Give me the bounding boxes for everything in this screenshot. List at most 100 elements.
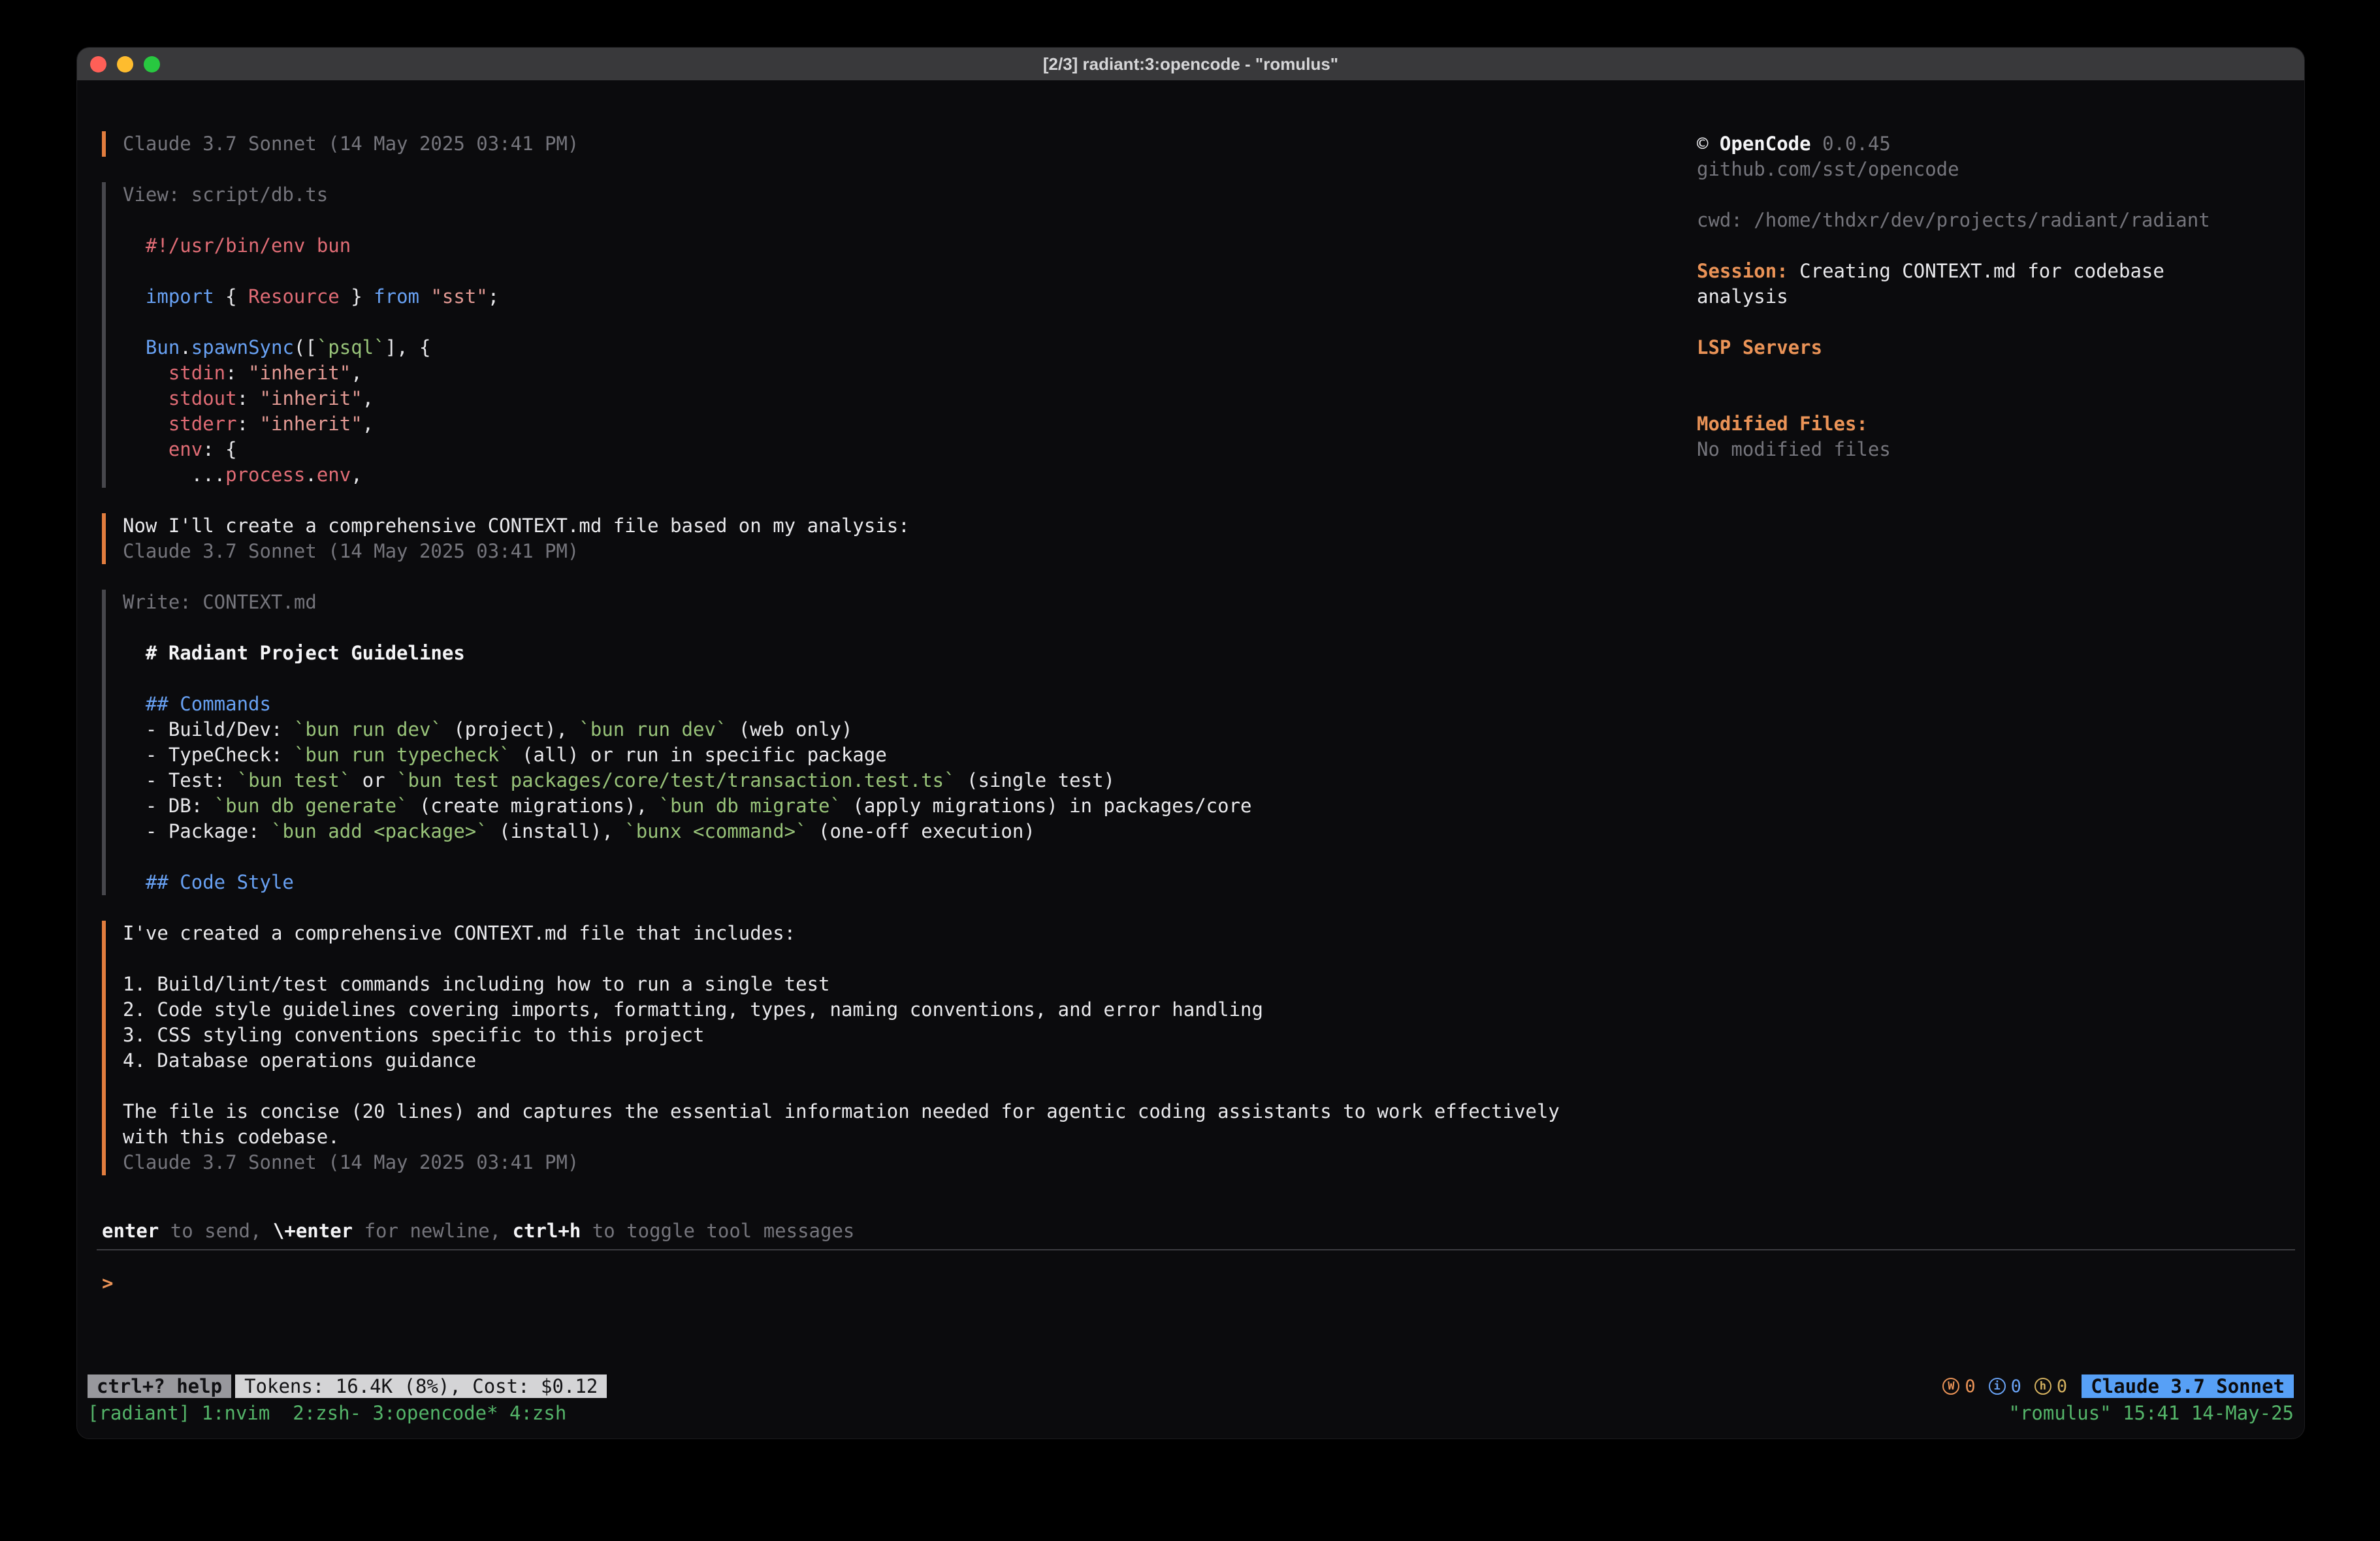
text-segment: `psql` [317, 336, 385, 358]
text-segment: from [374, 285, 419, 308]
text-segment: spawnSync [191, 336, 294, 358]
text-segment: cwd: /home/thdxr/dev/projects/radiant/ra… [1697, 209, 2210, 231]
text-segment: ctrl+h [513, 1220, 581, 1242]
text-line [123, 946, 1682, 972]
text-segment: © [1697, 133, 1720, 155]
prompt-input[interactable]: > [102, 1271, 2287, 1296]
diagnostics: W 0i0 h0 [1942, 1376, 2067, 1397]
text-line: 2. Code style guidelines covering import… [123, 997, 1682, 1023]
text-line: github.com/sst/opencode [1697, 157, 2298, 182]
text-line: The file is concise (20 lines) and captu… [123, 1099, 1682, 1124]
text-segment: `bun run dev` [579, 718, 727, 740]
text-segment: `bun db generate` [214, 795, 408, 817]
text-line [123, 310, 1682, 335]
text-segment: env [317, 464, 351, 486]
text-line [1697, 386, 2298, 411]
text-segment: (create migrations), [408, 795, 659, 817]
text-line [123, 259, 1682, 284]
text-segment: , [351, 362, 362, 384]
text-line: - TypeCheck: `bun run typecheck` (all) o… [123, 742, 1682, 768]
text-line: stdin: "inherit", [123, 360, 1682, 386]
text-segment: stderr [169, 413, 237, 435]
text-line: analysis [1697, 284, 2298, 310]
text-line: LSP Servers [1697, 335, 2298, 360]
tmux-status-bar: [radiant] 1:nvim 2:zsh- 3:opencode* 4:zs… [88, 1402, 2294, 1424]
text-line: stderr: "inherit", [123, 411, 1682, 437]
tool-write-context-md: Write: CONTEXT.md # Radiant Project Guid… [102, 590, 1682, 895]
help-shortcut-chip[interactable]: ctrl+? help [88, 1374, 231, 1398]
text-line: Bun.spawnSync([`psql`], { [123, 335, 1682, 360]
tmux-session-windows[interactable]: [radiant] 1:nvim 2:zsh- 3:opencode* 4:zs… [88, 1402, 566, 1424]
text-segment: Claude 3.7 Sonnet (14 May 2025 03:41 PM) [123, 1151, 579, 1173]
text-segment [123, 438, 169, 460]
info-badge: i0 [1989, 1376, 2021, 1397]
text-line [123, 1073, 1682, 1099]
text-line: Session: Creating CONTEXT.md for codebas… [1697, 259, 2298, 284]
text-segment: 1. Build/lint/test commands including ho… [123, 973, 830, 995]
text-line: View: script/db.ts [123, 182, 1682, 208]
text-segment [419, 285, 430, 308]
text-line: ...process.env, [123, 462, 1682, 488]
text-segment: } [340, 285, 374, 308]
model-chip[interactable]: Claude 3.7 Sonnet [2082, 1374, 2294, 1398]
text-segment: Bun [146, 336, 180, 358]
window-title: [2/3] radiant:3:opencode - "romulus" [77, 54, 2304, 74]
text-line: with this codebase. [123, 1124, 1682, 1150]
text-segment: Claude 3.7 Sonnet (14 May 2025 03:41 PM) [123, 540, 579, 562]
text-segment: enter [102, 1220, 159, 1242]
text-line: No modified files [1697, 437, 2298, 462]
text-line: import { Resource } from "sst"; [123, 284, 1682, 310]
traffic-lights [77, 56, 160, 72]
text-segment: No modified files [1697, 438, 1891, 460]
text-segment: ; [488, 285, 499, 308]
text-segment: "inherit" [248, 362, 351, 384]
text-line: env: { [123, 437, 1682, 462]
hints-badge: h0 [2034, 1376, 2067, 1397]
text-segment: { [214, 285, 248, 308]
text-segment: (web only) [727, 718, 852, 740]
text-segment: (all) or run in specific package [511, 744, 887, 766]
text-segment [123, 642, 146, 664]
text-segment: env [169, 438, 202, 460]
text-segment [123, 413, 169, 435]
tmux-host-clock: "romulus" 15:41 14-May-25 [2009, 1402, 2294, 1424]
text-segment: `bun db migrate` [659, 795, 841, 817]
minimize-button[interactable] [117, 56, 133, 72]
close-button[interactable] [90, 56, 106, 72]
text-segment [123, 285, 146, 308]
text-segment: Claude 3.7 Sonnet (14 May 2025 03:41 PM) [123, 133, 579, 155]
text-segment: analysis [1697, 285, 1788, 308]
text-segment: or [351, 769, 396, 791]
text-segment: `bun run dev` [294, 718, 442, 740]
assistant-summary-message: I've created a comprehensive CONTEXT.md … [102, 921, 1682, 1175]
text-segment: # Radiant Project Guidelines [146, 642, 465, 664]
text-line: Write: CONTEXT.md [123, 590, 1682, 615]
text-segment: ... [123, 464, 225, 486]
text-line: - Package: `bun add <package>` (install)… [123, 819, 1682, 844]
text-segment: 0.0.45 [1811, 133, 1891, 155]
zoom-button[interactable] [144, 56, 160, 72]
text-line: #!/usr/bin/env bun [123, 233, 1682, 259]
text-segment: github.com/sst/opencode [1697, 158, 1959, 180]
titlebar: [2/3] radiant:3:opencode - "romulus" [77, 48, 2304, 80]
chat-area: Claude 3.7 Sonnet (14 May 2025 03:41 PM)… [102, 131, 1682, 1175]
text-segment: "sst" [430, 285, 487, 308]
text-segment [123, 871, 146, 893]
text-segment: : { [202, 438, 236, 460]
text-segment [123, 693, 146, 715]
text-segment: LSP Servers [1697, 336, 1822, 358]
warnings-icon: W [1942, 1378, 1959, 1395]
text-line [1697, 233, 2298, 259]
text-segment: Creating CONTEXT.md for codebase [1788, 260, 2164, 282]
text-segment: (project), [442, 718, 579, 740]
text-segment: (install), [488, 820, 625, 842]
info-count: 0 [2011, 1376, 2021, 1397]
text-line: cwd: /home/thdxr/dev/projects/radiant/ra… [1697, 208, 2298, 233]
text-line: - DB: `bun db generate` (create migratio… [123, 793, 1682, 819]
terminal-window: [2/3] radiant:3:opencode - "romulus" Cla… [76, 47, 2305, 1439]
text-segment: : [237, 413, 260, 435]
text-segment: Session: [1697, 260, 1788, 282]
text-segment: View: script/db.ts [123, 183, 328, 206]
text-segment: . [180, 336, 191, 358]
text-segment: - Test: [123, 769, 237, 791]
